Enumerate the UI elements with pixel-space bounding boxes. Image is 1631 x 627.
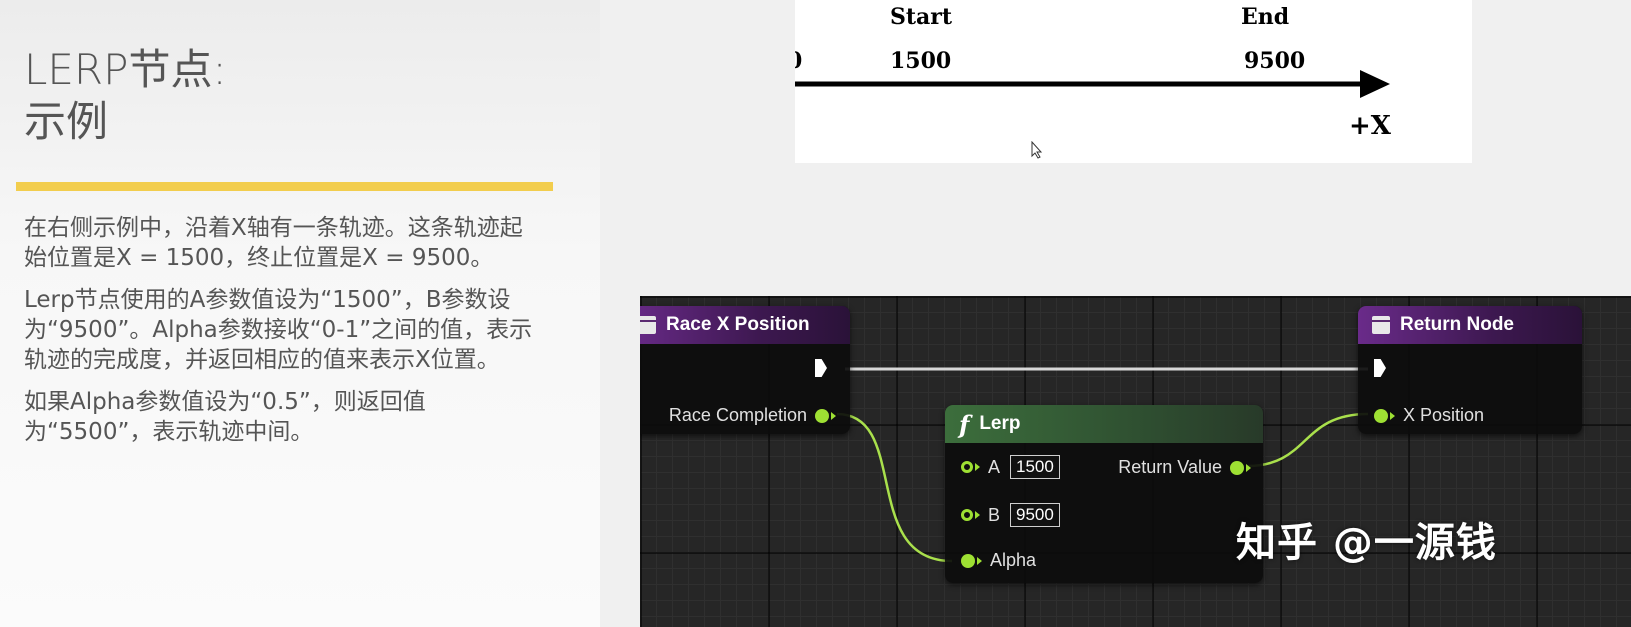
lerp-return-pin[interactable]: Return Value (1118, 457, 1251, 478)
pin-arrow-icon (1246, 463, 1251, 472)
x-axis-label: +X (1349, 111, 1392, 141)
float-input-pin-icon (961, 461, 973, 473)
blueprint-graph[interactable]: Race X Position Race Completion f Lerp A… (640, 296, 1631, 627)
pin-arrow-icon (831, 411, 836, 420)
race-exec-out-pin[interactable] (815, 359, 827, 377)
end-label: End (1241, 4, 1289, 30)
race-node-title: Race X Position (666, 314, 810, 335)
race-x-position-node[interactable]: Race X Position Race Completion (640, 306, 850, 434)
race-node-header[interactable]: Race X Position (640, 306, 850, 344)
start-value-label: 1500 (890, 48, 951, 74)
pin-a-value-field[interactable]: 1500 (1010, 455, 1060, 479)
slide-title-line2: 示例 (24, 97, 109, 146)
start-label: Start (890, 4, 953, 30)
float-input-pin-icon (1374, 408, 1388, 423)
return-wire (1246, 412, 1369, 468)
end-value-label: 9500 (1244, 48, 1305, 74)
pin-arrow-icon (975, 511, 980, 519)
mouse-cursor-icon (1031, 140, 1043, 163)
pin-alpha-label: Alpha (990, 550, 1037, 570)
lerp-pin-a[interactable]: A 1500 (961, 455, 1060, 479)
slide-title-line1: LERP节点: (24, 45, 227, 94)
return-node-header[interactable]: Return Node (1358, 306, 1582, 344)
function-entry-icon (640, 316, 656, 334)
function-result-icon (1372, 316, 1390, 334)
slide-body: 在右侧示例中，沿着X轴有一条轨迹。这条轨迹起始位置是X = 1500，终止位置是… (24, 213, 544, 459)
paragraph-2: Lerp节点使用的A参数值设为“1500”，B参数设为“9500”。Alpha参… (24, 287, 533, 373)
title-accent-bar (16, 182, 553, 191)
return-value-label: Return Value (1118, 457, 1222, 477)
pin-b-value-field[interactable]: 9500 (1010, 503, 1060, 527)
return-exec-in-pin[interactable] (1374, 359, 1386, 377)
pin-arrow-icon (1390, 411, 1395, 420)
zero-label: 0 (795, 48, 802, 74)
float-output-pin-icon (1230, 460, 1244, 475)
lerp-pin-alpha[interactable]: Alpha (961, 550, 1036, 571)
lerp-node-title: Lerp (979, 413, 1021, 434)
track-diagram-svg: Start End 0 1500 9500 +X (795, 4, 1392, 141)
paragraph-3: 如果Alpha参数值设为“0.5”，则返回值为“5500”，表示轨迹中间。 (24, 389, 426, 445)
return-node[interactable]: Return Node X Position (1358, 306, 1582, 434)
watermark: 知乎 @一源钱 (1236, 520, 1497, 566)
race-completion-pin[interactable]: Race Completion (669, 405, 836, 426)
race-completion-label: Race Completion (668, 405, 807, 425)
float-pin-icon (815, 408, 829, 423)
function-icon: f (959, 409, 970, 439)
x-position-pin[interactable]: X Position (1374, 405, 1484, 426)
pin-b-label: B (988, 504, 1001, 525)
exec-arrow-icon (815, 359, 827, 377)
slide-title: LERP节点: 示例 (24, 44, 227, 148)
alpha-wire (836, 412, 953, 563)
lerp-node[interactable]: f Lerp A 1500 B 9500 Alpha Return Value (945, 405, 1263, 583)
lerp-node-header[interactable]: f Lerp (945, 405, 1263, 443)
return-node-title: Return Node (1400, 314, 1514, 335)
slide-text-panel: LERP节点: 示例 在右侧示例中，沿着X轴有一条轨迹。这条轨迹起始位置是X =… (0, 0, 600, 627)
pin-a-label: A (988, 456, 1001, 477)
x-axis-arrowhead (1360, 70, 1390, 98)
paragraph-1: 在右侧示例中，沿着X轴有一条轨迹。这条轨迹起始位置是X = 1500，终止位置是… (24, 215, 523, 271)
pin-arrow-icon (977, 556, 982, 565)
lerp-pin-b[interactable]: B 9500 (961, 503, 1060, 527)
track-diagram: Start End 0 1500 9500 +X (795, 0, 1472, 163)
float-input-pin-icon (961, 509, 973, 521)
pin-arrow-icon (975, 463, 980, 471)
float-input-pin-icon (961, 553, 975, 568)
x-position-label: X Position (1403, 405, 1485, 425)
exec-arrow-icon (1374, 359, 1386, 377)
